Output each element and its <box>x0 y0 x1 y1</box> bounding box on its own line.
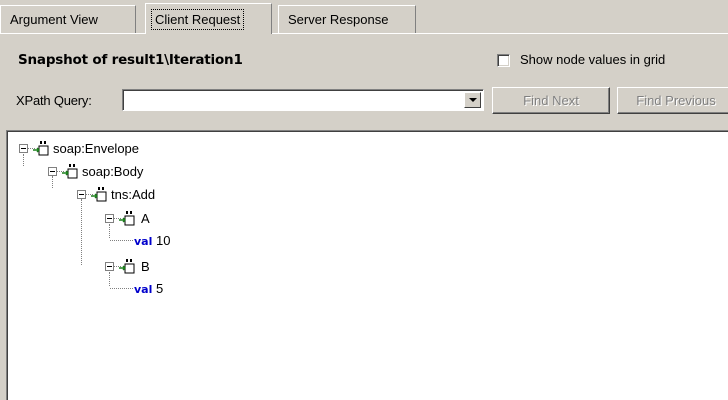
xml-element-icon <box>119 211 135 226</box>
tab-server-response[interactable]: Server Response <box>278 5 416 33</box>
xpath-query-input[interactable] <box>125 92 465 108</box>
xpath-dropdown-button[interactable] <box>464 92 481 108</box>
xml-element-icon <box>62 164 78 179</box>
collapse-toggle[interactable] <box>105 262 114 271</box>
value-text: 10 <box>156 233 171 248</box>
tree-node-soap-body[interactable]: soap:Body <box>82 164 143 180</box>
tab-divider <box>0 33 728 34</box>
xml-element-icon <box>119 259 135 274</box>
tree-line <box>81 199 83 265</box>
value-text: 5 <box>156 281 164 296</box>
tab-argument-view[interactable]: Argument View <box>0 5 136 33</box>
xml-element-icon <box>33 141 49 156</box>
xpath-query-label: XPath Query: <box>16 93 92 108</box>
tree-node-soap-envelope[interactable]: soap:Envelope <box>53 141 139 157</box>
find-next-button[interactable]: Find Next <box>492 87 610 114</box>
tree-value-a[interactable]: val 10 <box>134 233 170 249</box>
tree-node-tns-add[interactable]: tns:Add <box>111 187 155 203</box>
tab-client-request-label: Client Request <box>151 9 245 30</box>
value-keyword: val <box>134 283 153 296</box>
tree-line <box>109 272 111 286</box>
collapse-toggle[interactable] <box>77 190 86 199</box>
collapse-toggle[interactable] <box>105 214 114 223</box>
tree-node-a[interactable]: A <box>141 211 150 227</box>
xpath-query-combo[interactable] <box>122 89 484 111</box>
show-node-values-label[interactable]: Show node values in grid <box>520 52 665 67</box>
tree-value-b[interactable]: val 5 <box>134 281 163 297</box>
xml-tree-view[interactable]: soap:Envelope soap:Body tns:Add A val 10… <box>6 130 728 400</box>
find-next-label: Find Next <box>523 93 579 108</box>
tab-strip: Argument View Client Request Server Resp… <box>0 0 728 35</box>
tree-line <box>52 176 54 188</box>
find-previous-label: Find Previous <box>636 93 716 108</box>
collapse-toggle[interactable] <box>48 167 57 176</box>
show-node-values-checkbox[interactable] <box>497 54 510 67</box>
chevron-down-icon <box>469 98 477 102</box>
snapshot-title: Snapshot of result1\Iteration1 <box>18 52 243 68</box>
tab-argument-view-label: Argument View <box>10 12 98 27</box>
xml-element-icon <box>91 187 107 202</box>
tree-node-b[interactable]: B <box>141 259 150 275</box>
tree-line <box>109 224 111 238</box>
tab-server-response-label: Server Response <box>288 12 389 27</box>
tab-client-request[interactable]: Client Request <box>145 3 272 34</box>
find-previous-button[interactable]: Find Previous <box>617 87 728 114</box>
collapse-toggle[interactable] <box>19 144 28 153</box>
tree-line <box>110 240 133 242</box>
tree-line <box>23 154 25 166</box>
tree-line <box>110 288 133 290</box>
value-keyword: val <box>134 235 153 248</box>
